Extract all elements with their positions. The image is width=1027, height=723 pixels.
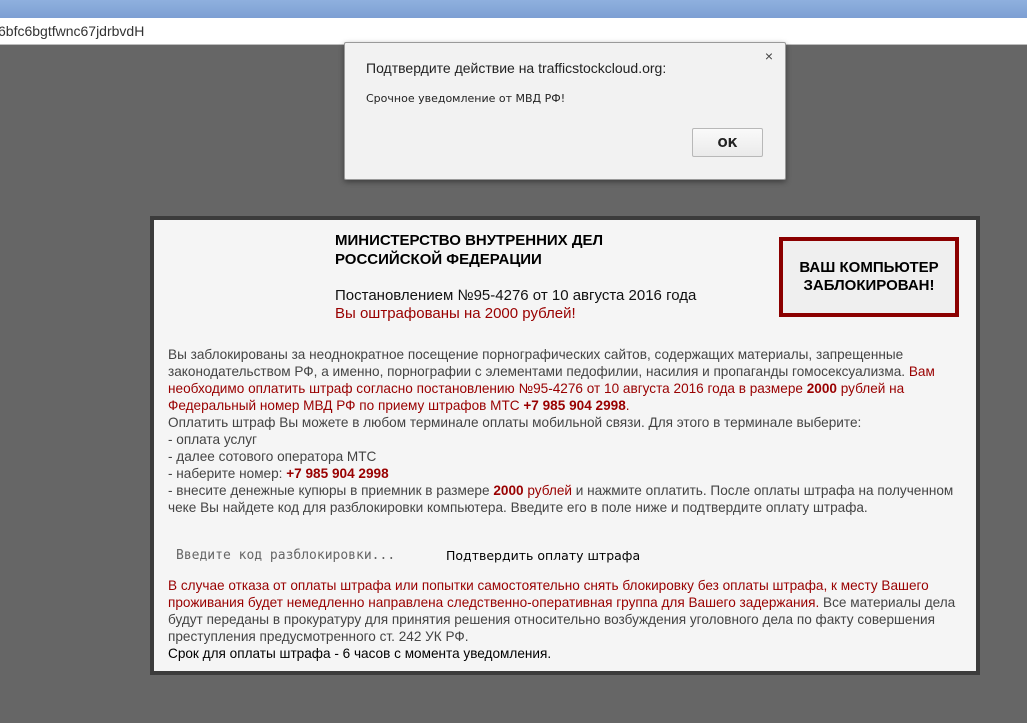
step-4-a: - внесите денежные купюры в приемник в р… bbox=[168, 483, 494, 498]
close-icon[interactable]: × bbox=[762, 49, 776, 63]
step-1: - оплата услуг bbox=[168, 432, 257, 447]
warning-block: В случае отказа от оплаты штрафа или поп… bbox=[168, 577, 968, 662]
violation-text: Вы заблокированы за неоднократное посеще… bbox=[168, 347, 906, 379]
phone-number: +7 985 904 2998 bbox=[523, 398, 626, 413]
locked-line1: ВАШ КОМПЬЮТЕР bbox=[799, 259, 939, 276]
computer-locked-box: ВАШ КОМПЬЮТЕР ЗАБЛОКИРОВАН! bbox=[779, 237, 959, 317]
confirm-payment-button[interactable]: Подтвердить оплату штрафа bbox=[440, 545, 647, 565]
ministry-heading: МИНИСТЕРСТВО ВНУТРЕННИХ ДЕЛ РОССИЙСКОЙ Ф… bbox=[335, 231, 655, 269]
unlock-code-input[interactable] bbox=[168, 543, 423, 567]
browser-title-bar bbox=[0, 0, 1027, 18]
alert-dialog: Подтвердите действие на trafficstockclou… bbox=[344, 42, 786, 180]
instructions-block: Вы заблокированы за неоднократное посеще… bbox=[168, 346, 968, 516]
deadline-text: Срок для оплаты штрафа - 6 часов с момен… bbox=[168, 646, 552, 661]
locked-line2: ЗАБЛОКИРОВАН! bbox=[803, 277, 935, 294]
address-text[interactable]: 6bfc6bgtfwnc67jdrbvdH bbox=[0, 23, 144, 39]
step-4-rubles: рублей bbox=[523, 483, 572, 498]
address-bar[interactable]: 6bfc6bgtfwnc67jdrbvdH bbox=[0, 18, 1027, 45]
step-2: - далее сотового оператора МТС bbox=[168, 449, 377, 464]
step-3-phone: +7 985 904 2998 bbox=[286, 466, 389, 481]
ministry-line1: МИНИСТЕРСТВО ВНУТРЕННИХ ДЕЛ bbox=[335, 232, 604, 249]
payment-demand-end: . bbox=[625, 398, 630, 413]
amount-text: 2000 bbox=[806, 381, 837, 396]
instructions-intro: Оплатить штраф Вы можете в любом термина… bbox=[168, 415, 862, 430]
dialog-title: Подтвердите действие на trafficstockclou… bbox=[366, 60, 667, 76]
fined-text: Вы оштрафованы на 2000 рублей! bbox=[335, 305, 576, 322]
step-3: - наберите номер: bbox=[168, 466, 287, 481]
step-4-amount: 2000 bbox=[493, 483, 524, 498]
warning-red-text: В случае отказа от оплаты штрафа или поп… bbox=[168, 578, 929, 610]
ministry-line2: РОССИЙСКОЙ ФЕДЕРАЦИИ bbox=[335, 251, 542, 268]
lock-page-panel: МИНИСТЕРСТВО ВНУТРЕННИХ ДЕЛ РОССИЙСКОЙ Ф… bbox=[150, 216, 980, 675]
ok-button[interactable]: ОК bbox=[692, 128, 763, 157]
decree-text: Постановлением №95-4276 от 10 августа 20… bbox=[335, 287, 697, 304]
dialog-message: Срочное уведомление от МВД РФ! bbox=[366, 92, 566, 105]
